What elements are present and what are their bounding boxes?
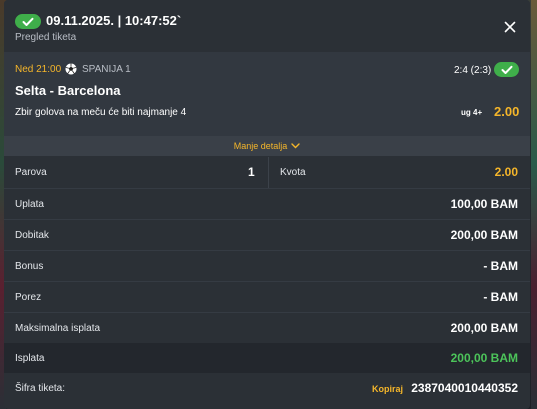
match-card: Ned 21:00 SPANIJA 1 2:4 (2:3) Selta - Ba… (4, 52, 530, 136)
row-uplata: Uplata 100,00 BAM (4, 189, 530, 219)
chevron-down-icon (291, 143, 300, 149)
modal-header: 09.11.2025. | 10:47:52` Pregled tiketa (4, 0, 530, 52)
ticket-code: 2387040010440352 (411, 381, 518, 395)
uplata-value: 100,00 BAM (450, 197, 518, 211)
bonus-value: - BAM (483, 259, 518, 273)
check-icon (501, 65, 512, 74)
ticket-datetime: 09.11.2025. | 10:47:52` (46, 13, 182, 28)
porez-label: Porez (15, 292, 42, 303)
match-teams: Selta - Barcelona (15, 83, 121, 98)
less-details-toggle[interactable]: Manje detalja (4, 136, 530, 156)
close-button[interactable] (503, 20, 517, 34)
background-right-edge (531, 0, 537, 409)
ticket-modal: 09.11.2025. | 10:47:52` Pregled tiketa N… (4, 0, 530, 409)
isplata-label: Isplata (15, 353, 45, 364)
column-divider (268, 157, 269, 188)
ticket-subtitle: Pregled tiketa (15, 32, 77, 43)
league-name: SPANIJA 1 (82, 64, 131, 75)
match-time: Ned 21:00 (15, 64, 62, 75)
copy-button[interactable]: Kopiraj (372, 384, 403, 394)
uplata-label: Uplata (15, 199, 44, 210)
row-porez: Porez - BAM (4, 282, 530, 312)
isplata-value: 200,00 BAM (450, 351, 518, 365)
bet-code: ug 4+ (461, 108, 483, 117)
row-maksimalna-isplata: Maksimalna isplata 200,00 BAM (4, 313, 530, 343)
football-icon (65, 63, 77, 75)
row-parova-kvota: Parova 1 Kvota 2.00 (4, 157, 530, 188)
match-score: 2:4 (2:3) (454, 65, 492, 76)
bonus-label: Bonus (15, 261, 44, 272)
dobitak-label: Dobitak (15, 230, 49, 241)
row-dobitak: Dobitak 200,00 BAM (4, 220, 530, 250)
less-details-label: Manje detalja (233, 141, 288, 151)
close-icon (504, 21, 516, 33)
dobitak-value: 200,00 BAM (450, 228, 518, 242)
match-odds: 2.00 (494, 104, 520, 119)
row-bonus: Bonus - BAM (4, 251, 530, 281)
parova-label: Parova (15, 167, 47, 178)
maks-isplata-label: Maksimalna isplata (15, 323, 101, 334)
sifra-label: Šifra tiketa: (15, 383, 66, 394)
bet-description: Zbir golova na meču će biti najmanje 4 (15, 107, 187, 118)
match-status-badge (494, 62, 519, 77)
win-status-badge (15, 14, 41, 29)
row-sifra-tiketa: Šifra tiketa: Kopiraj 2387040010440352 (4, 373, 530, 403)
row-isplata: Isplata 200,00 BAM (4, 343, 530, 373)
porez-value: - BAM (483, 290, 518, 304)
kvota-value: 2.00 (494, 165, 518, 179)
kvota-label: Kvota (280, 167, 306, 178)
parova-value: 1 (248, 165, 255, 179)
maks-isplata-value: 200,00 BAM (450, 321, 518, 335)
check-icon (22, 17, 34, 26)
